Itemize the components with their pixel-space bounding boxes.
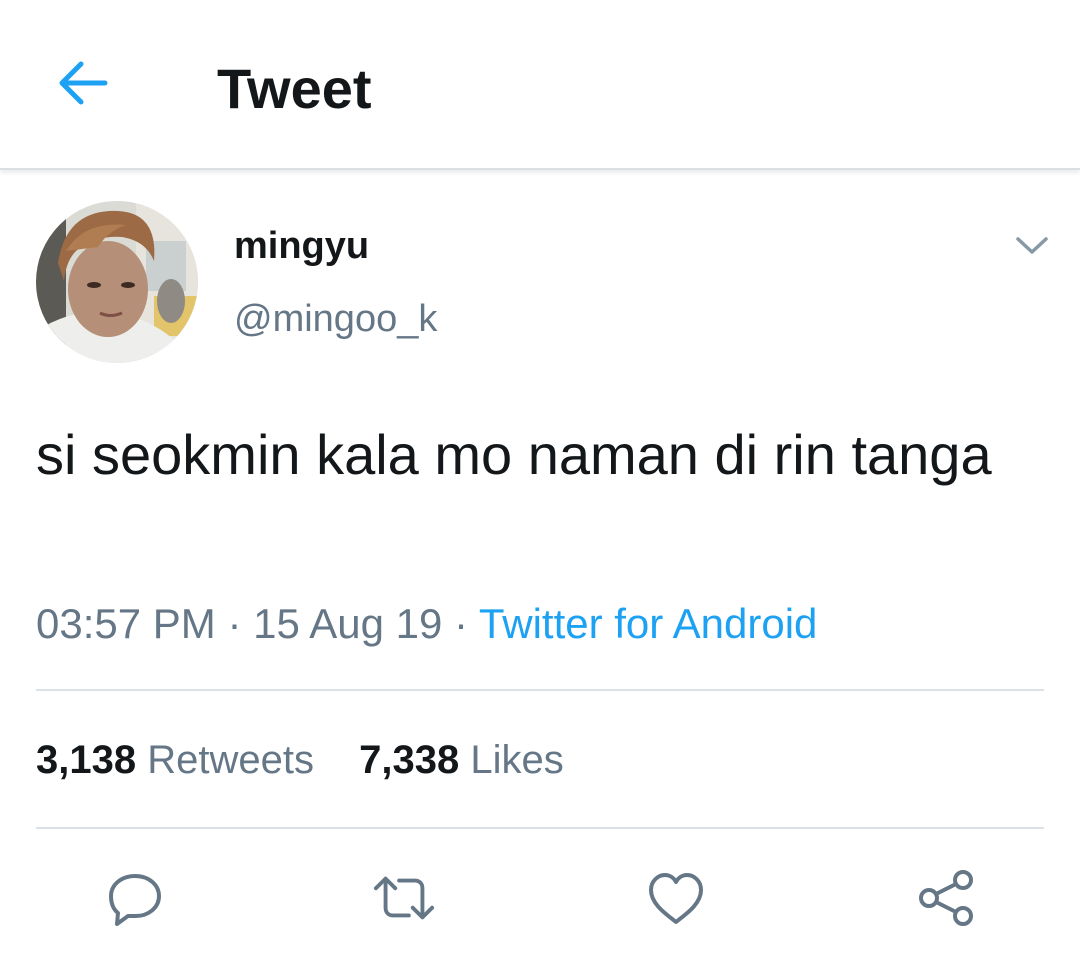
retweets-stat[interactable]: 3,138 Retweets (36, 738, 325, 782)
page-title: Tweet (217, 57, 372, 120)
avatar[interactable] (36, 201, 198, 363)
share-button[interactable] (914, 866, 978, 930)
arrow-left-icon (59, 61, 108, 105)
separator: · (227, 600, 242, 647)
back-button[interactable] (50, 52, 116, 114)
like-button[interactable] (644, 866, 708, 930)
retweets-label: Retweets (147, 738, 314, 782)
retweet-icon (373, 876, 435, 920)
avatar-photo (36, 201, 198, 363)
retweet-button[interactable] (372, 866, 436, 930)
divider (36, 689, 1044, 691)
tweet-date[interactable]: 15 Aug 19 (253, 600, 442, 647)
heart-icon (649, 873, 703, 924)
likes-count: 7,338 (359, 738, 460, 782)
tweet-metadata: 03:57 PM · 15 Aug 19 · Twitter for Andro… (36, 600, 817, 648)
user-handle[interactable]: @mingoo_k (234, 298, 437, 341)
reply-button[interactable] (103, 866, 167, 930)
tweet-text: si seokmin kala mo naman di rin tanga (36, 423, 992, 486)
likes-stat[interactable]: 7,338 Likes (359, 738, 564, 782)
separator: · (453, 600, 468, 647)
share-icon (919, 870, 973, 926)
likes-label: Likes (470, 738, 564, 782)
tweet-time[interactable]: 03:57 PM (36, 600, 216, 647)
divider (36, 827, 1044, 829)
tweet-source-link[interactable]: Twitter for Android (479, 600, 817, 647)
engagement-stats: 3,138 Retweets 7,338 Likes (36, 738, 598, 783)
top-bar: Tweet (0, 0, 1080, 170)
display-name[interactable]: mingyu (234, 225, 369, 268)
reply-icon (109, 874, 161, 926)
chevron-down-icon (1016, 237, 1048, 254)
tweet-menu-button[interactable] (1008, 226, 1056, 266)
retweets-count: 3,138 (36, 738, 137, 782)
